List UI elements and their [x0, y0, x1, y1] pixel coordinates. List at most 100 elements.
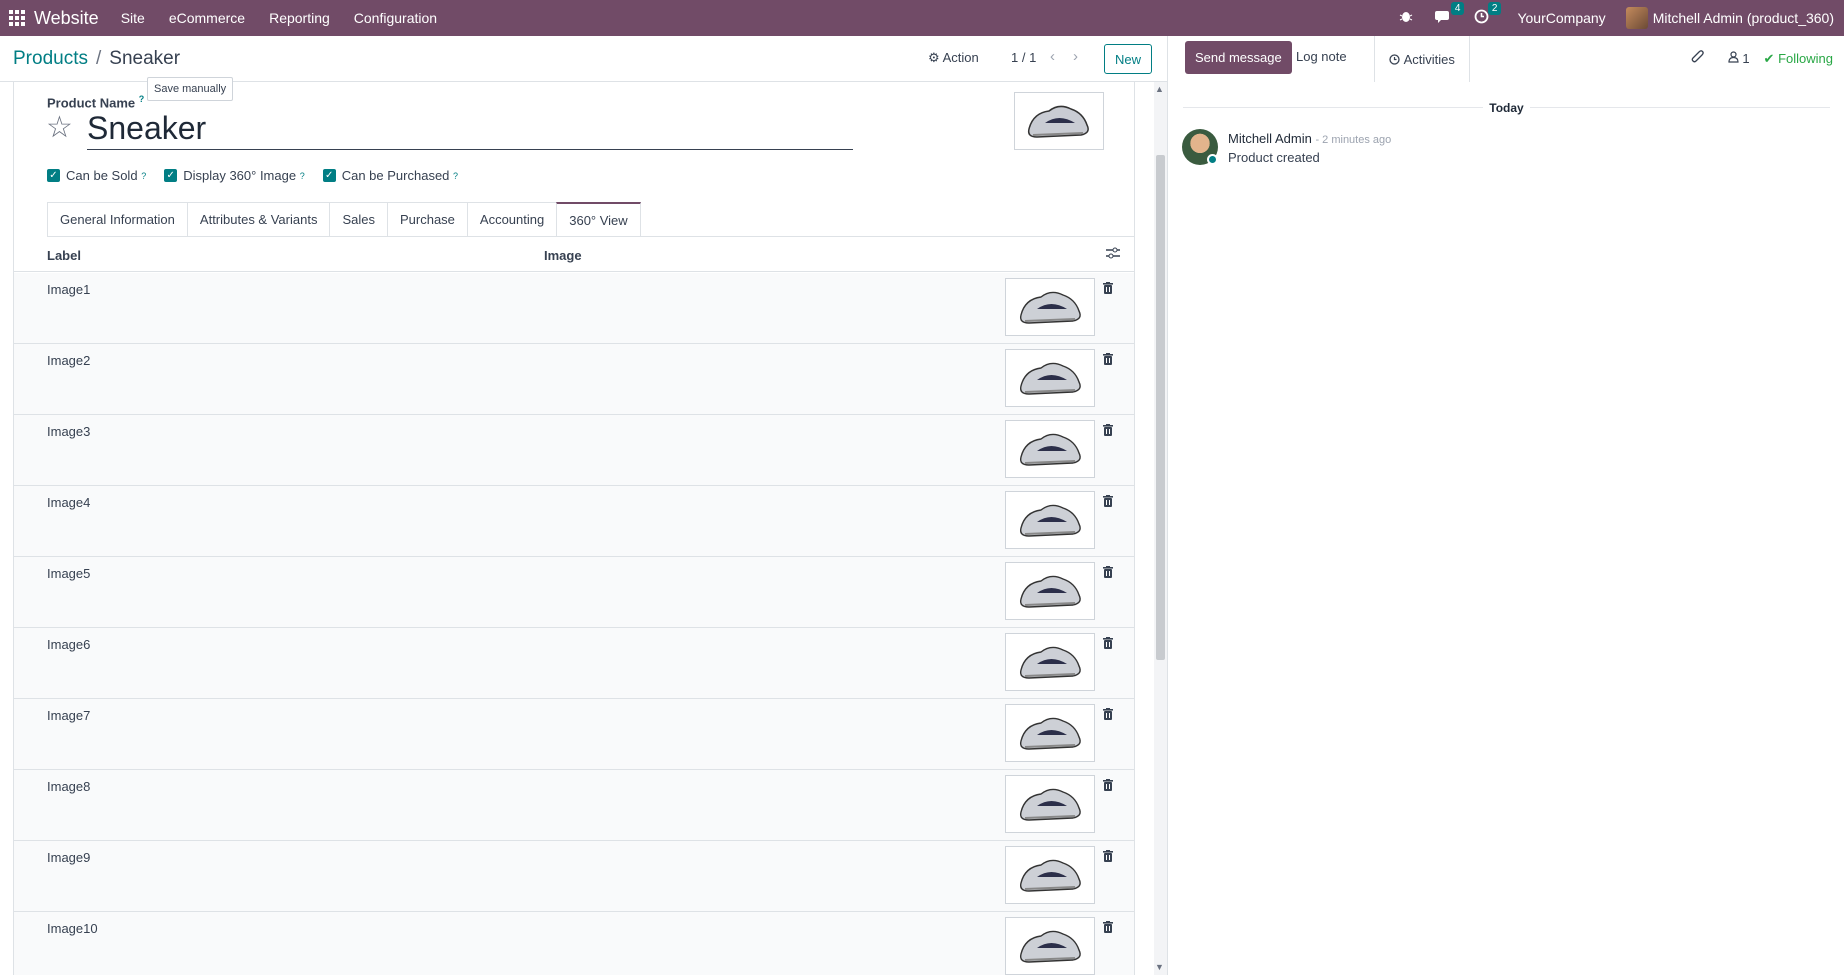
row-label[interactable]: Image10 — [47, 921, 98, 936]
activities-button[interactable]: Activities — [1374, 36, 1470, 82]
row-label[interactable]: Image9 — [47, 850, 90, 865]
table-row[interactable]: Image7 — [14, 699, 1134, 770]
product-name-input[interactable]: Sneaker — [87, 110, 853, 150]
row-image[interactable] — [1005, 917, 1095, 975]
messages-badge: 4 — [1450, 1, 1465, 15]
table-row[interactable]: Image4 — [14, 486, 1134, 557]
row-image[interactable] — [1005, 846, 1095, 904]
table-row[interactable]: Image9 — [14, 841, 1134, 912]
table-row[interactable]: Image6 — [14, 628, 1134, 699]
row-image[interactable] — [1005, 562, 1095, 620]
user-icon — [1728, 51, 1739, 63]
menu-reporting[interactable]: Reporting — [269, 10, 330, 26]
tab-general-information[interactable]: General Information — [47, 202, 188, 236]
delete-trash-icon[interactable] — [1102, 424, 1114, 436]
display-360-image-checkbox[interactable]: ✓ Display 360° Image ? — [164, 168, 305, 183]
table-row[interactable]: Image3 — [14, 415, 1134, 486]
apps-menu-icon[interactable] — [0, 0, 34, 36]
table-row[interactable]: Image5 — [14, 557, 1134, 628]
activities-clock-icon[interactable]: 2 — [1474, 1, 1502, 28]
table-row[interactable]: Image8 — [14, 770, 1134, 841]
message-author[interactable]: Mitchell Admin — [1228, 131, 1312, 146]
delete-trash-icon[interactable] — [1102, 566, 1114, 578]
log-note-button[interactable]: Log note — [1296, 49, 1347, 64]
row-label[interactable]: Image6 — [47, 637, 90, 652]
delete-trash-icon[interactable] — [1102, 779, 1114, 791]
row-label[interactable]: Image1 — [47, 282, 90, 297]
column-label[interactable]: Label — [47, 248, 81, 263]
app-brand[interactable]: Website — [34, 8, 99, 29]
send-message-button[interactable]: Send message — [1185, 41, 1292, 74]
message-body: Product created — [1228, 150, 1320, 165]
user-name: Mitchell Admin (product_360) — [1652, 10, 1834, 26]
delete-trash-icon[interactable] — [1102, 495, 1114, 507]
column-image[interactable]: Image — [544, 248, 582, 263]
delete-trash-icon[interactable] — [1102, 708, 1114, 720]
row-label[interactable]: Image3 — [47, 424, 90, 439]
menu-configuration[interactable]: Configuration — [354, 10, 437, 26]
row-image[interactable] — [1005, 278, 1095, 336]
form-sheet: Product Name ? ☆ Sneaker ✓ Can be Sold ? … — [13, 82, 1135, 975]
table-row[interactable]: Image1 — [14, 273, 1134, 344]
activities-label: Activities — [1403, 51, 1455, 67]
can-be-purchased-checkbox[interactable]: ✓ Can be Purchased ? — [322, 168, 458, 183]
following-button[interactable]: ✔ Following — [1764, 51, 1833, 67]
row-label[interactable]: Image4 — [47, 495, 90, 510]
row-image[interactable] — [1005, 704, 1095, 762]
pager-next-icon[interactable]: › — [1073, 48, 1078, 65]
check-icon: ✓ — [322, 169, 336, 182]
followers-button[interactable]: 1 — [1728, 51, 1750, 66]
product-image[interactable] — [1014, 92, 1104, 150]
form-tabs: General Information Attributes & Variant… — [47, 202, 1134, 237]
row-label[interactable]: Image2 — [47, 353, 90, 368]
breadcrumb-current: Sneaker — [109, 48, 181, 69]
tab-sales[interactable]: Sales — [329, 202, 388, 236]
check-icon: ✓ — [164, 169, 178, 182]
table-row[interactable]: Image10 — [14, 912, 1134, 975]
user-menu[interactable]: Mitchell Admin (product_360) — [1625, 7, 1834, 29]
breadcrumb-products[interactable]: Products — [13, 48, 88, 69]
row-image[interactable] — [1005, 633, 1095, 691]
tab-accounting[interactable]: Accounting — [466, 202, 558, 236]
check-icon: ✔ — [1763, 50, 1775, 66]
scroll-down-icon[interactable]: ▼ — [1155, 962, 1164, 972]
delete-trash-icon[interactable] — [1102, 637, 1114, 649]
optional-columns-icon[interactable] — [1106, 246, 1120, 262]
menu-site[interactable]: Site — [121, 10, 145, 26]
breadcrumb: Products / Sneaker — [13, 48, 180, 70]
debug-bug-icon[interactable] — [1399, 9, 1413, 27]
scrollbar-thumb[interactable] — [1156, 155, 1165, 660]
menu-ecommerce[interactable]: eCommerce — [169, 10, 245, 26]
attachment-paperclip-icon[interactable] — [1690, 50, 1704, 67]
pager-prev-icon[interactable]: ‹ — [1050, 48, 1055, 65]
pager-value[interactable]: 1 / 1 — [1011, 50, 1036, 65]
favorite-star-icon[interactable]: ☆ — [46, 110, 73, 145]
tab-purchase[interactable]: Purchase — [386, 202, 468, 236]
message-time: - 2 minutes ago — [1315, 134, 1392, 146]
messages-chat-icon[interactable]: 4 — [1435, 1, 1465, 28]
tab-360-view[interactable]: 360° View — [556, 202, 641, 236]
image-rows: Image1 Image2 Image3 Image4 Image5 Image6 Imag… — [14, 273, 1134, 975]
product-name-label: Product Name ? — [47, 94, 145, 111]
row-label[interactable]: Image7 — [47, 708, 90, 723]
chatter-panel: Send message Log note Activities 1 ✔ Fol… — [1167, 36, 1844, 975]
delete-trash-icon[interactable] — [1102, 353, 1114, 365]
tab-attributes-variants[interactable]: Attributes & Variants — [186, 202, 331, 236]
delete-trash-icon[interactable] — [1102, 921, 1114, 933]
row-label[interactable]: Image8 — [47, 779, 90, 794]
scroll-up-icon[interactable]: ▲ — [1155, 84, 1164, 94]
company-switcher[interactable]: YourCompany — [1517, 10, 1605, 26]
delete-trash-icon[interactable] — [1102, 850, 1114, 862]
delete-trash-icon[interactable] — [1102, 282, 1114, 294]
row-image[interactable] — [1005, 491, 1095, 549]
new-button[interactable]: New — [1104, 44, 1152, 74]
row-image[interactable] — [1005, 775, 1095, 833]
row-image[interactable] — [1005, 349, 1095, 407]
help-icon[interactable]: ? — [139, 94, 145, 104]
table-row[interactable]: Image2 — [14, 344, 1134, 415]
top-navbar: Website Site eCommerce Reporting Configu… — [0, 0, 1844, 36]
row-image[interactable] — [1005, 420, 1095, 478]
row-label[interactable]: Image5 — [47, 566, 90, 581]
action-menu-button[interactable]: ⚙ Action — [928, 50, 979, 66]
can-be-sold-checkbox[interactable]: ✓ Can be Sold ? — [47, 168, 146, 183]
